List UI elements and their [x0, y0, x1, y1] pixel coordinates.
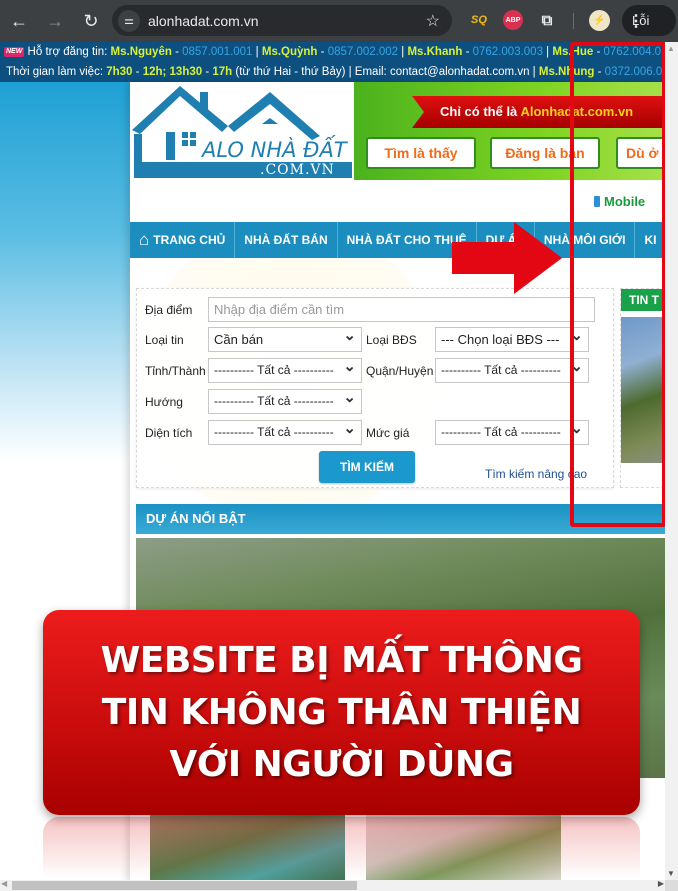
banner-prefix: Chỉ có thể là — [440, 104, 518, 119]
direction-select[interactable]: ---------- Tất cả ---------- — [208, 389, 362, 414]
province-label: Tỉnh/Thành — [145, 364, 206, 378]
contact-phone[interactable]: 0857.002.002 — [328, 46, 398, 58]
back-arrow-icon[interactable]: ← — [8, 10, 30, 32]
district-select[interactable]: ---------- Tất cả ---------- — [435, 358, 589, 383]
type-select[interactable]: Cần bán — [208, 327, 362, 352]
profile-avatar[interactable]: ⚡ — [589, 10, 610, 31]
forward-arrow-icon[interactable]: → — [44, 10, 66, 32]
hours-days-email: (từ thứ Hai - thứ Bảy) | Email: contact@… — [235, 66, 536, 78]
home-icon: ⌂ — [139, 230, 150, 249]
menu-item-home[interactable]: ⌂ TRANG CHỦ — [130, 222, 236, 258]
support-row: NEW Hỗ trợ đăng tin: Ms.Nguyên - 0857.00… — [4, 46, 662, 58]
callout-line: VỚI NGƯỜI DÙNG — [169, 743, 514, 785]
search-form: Địa điểm Nhập địa điểm cần tìm Loại tin … — [136, 288, 614, 488]
star-icon[interactable]: ☆ — [426, 11, 440, 31]
menu-item-label: TRANG CHỦ — [153, 233, 226, 247]
hours-label: Thời gian làm việc: — [6, 66, 104, 78]
location-input[interactable]: Nhập địa điểm cần tìm — [208, 297, 595, 322]
area-label: Diện tích — [145, 426, 193, 440]
property-select[interactable]: --- Chọn loại BĐS --- — [435, 327, 589, 352]
district-label: Quận/Huyện — [366, 364, 434, 378]
profile-error-button[interactable]: Lỗi ⋮ — [622, 5, 676, 36]
price-label: Mức giá — [366, 426, 410, 440]
location-label: Địa điểm — [145, 303, 193, 317]
direction-label: Hướng — [145, 395, 183, 409]
horizontal-scroll-thumb[interactable] — [12, 881, 357, 890]
province-select[interactable]: ---------- Tất cả ---------- — [208, 358, 362, 383]
address-bar[interactable]: ⚌ alonhadat.com.vn ☆ — [112, 5, 452, 36]
callout-line: TIN KHÔNG THÂN THIỆN — [101, 691, 582, 733]
menu-item-sale[interactable]: NHÀ ĐẤT BÁN — [235, 222, 338, 258]
callout-line: WEBSITE BỊ MẤT THÔNG — [100, 639, 583, 681]
logo-domain: .COM.VN — [260, 162, 335, 178]
new-badge-icon: NEW — [4, 46, 25, 57]
puzzle-icon[interactable]: ⧉ — [537, 10, 557, 30]
adblock-extension-icon[interactable]: ABP — [503, 10, 523, 30]
hours-mid: 12h; 13h30 — [142, 66, 203, 78]
toolbar-divider — [573, 13, 574, 29]
logo-text: ALO NHÀ ĐẤT — [202, 138, 347, 162]
horizontal-scrollbar[interactable]: ◀ ▶ — [0, 879, 665, 891]
highlight-rectangle — [570, 42, 666, 527]
support-bar: NEW Hỗ trợ đăng tin: Ms.Nguyên - 0857.00… — [0, 42, 665, 82]
scroll-left-arrow-icon[interactable]: ◀ — [1, 879, 7, 888]
price-select[interactable]: ---------- Tất cả ---------- — [435, 420, 589, 445]
banner-chip: Tìm là thấy — [366, 137, 476, 169]
browser-toolbar: ← → ↻ ⚌ alonhadat.com.vn ☆ SQ ABP ⧉ ⚡ Lỗ… — [0, 0, 678, 42]
scroll-up-arrow-icon[interactable]: ▲ — [667, 44, 675, 53]
vertical-scrollbar[interactable]: ▲ ▼ — [665, 42, 678, 880]
search-button[interactable]: TÌM KIẾM — [319, 451, 415, 483]
reload-icon[interactable]: ↻ — [80, 10, 102, 32]
type-label: Loại tin — [145, 333, 184, 347]
hours-start: 7h30 — [106, 66, 133, 78]
scroll-right-arrow-icon[interactable]: ▶ — [658, 879, 664, 888]
hours-row: Thời gian làm việc: 7h30 - 12h; 13h30 - … — [6, 66, 663, 78]
warning-callout: WEBSITE BỊ MẤT THÔNG TIN KHÔNG THÂN THIỆ… — [43, 610, 640, 815]
contact-name: Ms.Quỳnh — [261, 46, 318, 58]
sq-extension-icon[interactable]: SQ — [468, 10, 490, 30]
profile-error-label: Lỗi — [632, 13, 650, 28]
contact-name: Ms.Nguyên — [110, 46, 172, 58]
url-text[interactable]: alonhadat.com.vn — [148, 13, 259, 29]
callout-reflection — [43, 817, 640, 879]
red-arrow-icon — [452, 222, 562, 294]
support-label: Hỗ trợ đăng tin: — [27, 46, 108, 58]
contact-phone[interactable]: 0762.003.003 — [473, 46, 543, 58]
contact-name: Ms.Khanh — [407, 46, 463, 58]
hours-end: 17h — [212, 66, 233, 78]
scroll-down-arrow-icon[interactable]: ▼ — [667, 869, 675, 878]
scrollbar-corner — [665, 880, 678, 891]
site-logo[interactable]: ALO NHÀ ĐẤT .COM.VN — [130, 82, 352, 180]
tune-icon[interactable]: ⚌ — [118, 9, 140, 32]
contact-phone[interactable]: 0857.001.001 — [182, 46, 252, 58]
property-label: Loại BĐS — [366, 333, 417, 347]
area-select[interactable]: ---------- Tất cả ---------- — [208, 420, 362, 445]
